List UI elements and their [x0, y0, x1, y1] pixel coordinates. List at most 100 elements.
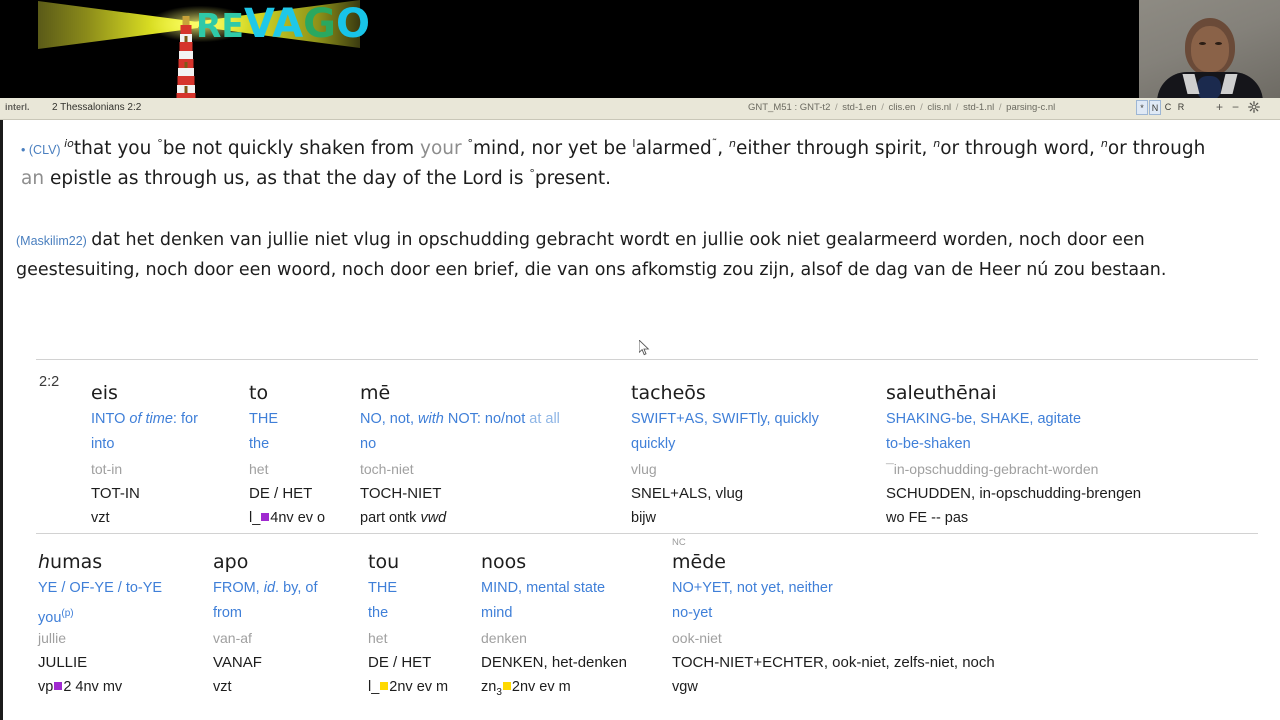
parsing-code: zn3 2nv ev m [481, 675, 627, 700]
text-run: or through [1107, 138, 1206, 159]
interlinear-column[interactable]: humas YE / OF-YE / to-YE you(p) jullie JULLI… [38, 537, 162, 700]
version-block-clv: • (CLV) iothat you °be not quickly shake… [21, 134, 1266, 193]
text-run: l_ [249, 510, 261, 526]
greek-word[interactable]: eis [91, 380, 198, 407]
marker-square-purple [54, 682, 63, 690]
parsing-code: l_ 2nv ev m [368, 675, 448, 700]
interlinear-verse-ref[interactable]: 2:2 [39, 374, 59, 390]
text-run: vgw [672, 679, 698, 695]
dutch-gloss: JULLIE [38, 654, 88, 671]
version-tag-maskilim[interactable]: (Maskilim22) [16, 234, 87, 248]
dutch-literal: denken [481, 630, 527, 646]
clv-text-line-1: iothat you °be not quickly shaken from y… [64, 138, 1205, 159]
interlinear-column[interactable]: to THE the het DE / HET l_ 4nv ev o [249, 368, 325, 531]
resource-path-2[interactable]: clis.en [889, 102, 916, 113]
text-run: of time [129, 411, 173, 427]
greek-word[interactable]: noos [481, 549, 627, 576]
path-separator: / [832, 102, 841, 113]
parsing-code: vp 2 4nv mv [38, 675, 162, 700]
english-gloss: SHAKING-be, SHAKE, agitate [886, 407, 1141, 432]
greek-word[interactable]: mēde [672, 549, 995, 576]
greek-word[interactable]: tacheōs [631, 380, 819, 407]
interlinear-divider-top [36, 359, 1258, 360]
dutch-gloss: DE / HET [368, 654, 432, 671]
toolbar-mode-buttons: * N C R [1136, 100, 1187, 115]
text-run: or through word, [940, 138, 1101, 159]
zoom-in-button[interactable]: + [1216, 100, 1223, 114]
text-run: mind, nor yet be [473, 138, 633, 159]
dutch-gloss: VANAF [213, 654, 262, 671]
text-run: wo FE -- pas [886, 510, 969, 526]
column-nc-label [249, 368, 325, 380]
toolbar-resource-paths[interactable]: GNT_M51 : GNT-t2 / std-1.en / clis.en / … [748, 102, 1055, 113]
english-literal: to-be-shaken [886, 436, 971, 452]
mode-button-star[interactable]: * [1136, 100, 1148, 115]
resource-path-1[interactable]: std-1.en [842, 102, 876, 113]
version-tag-label: (CLV) [28, 143, 61, 157]
column-nc-label [481, 537, 627, 549]
interlinear-column[interactable]: apo FROM, id. by, of from van-af VANAF vzt [213, 537, 318, 700]
interlinear-document: • (CLV) iothat you °be not quickly shake… [0, 120, 1280, 720]
marker-square-yellow [502, 682, 511, 690]
column-nc-label [886, 368, 1141, 380]
interlinear-column[interactable]: eis INTO of time: for into tot-in TOT-IN vzt [91, 368, 198, 531]
dutch-literal: tot-in [91, 461, 123, 477]
toolbar-mode-label[interactable]: interl. [5, 102, 30, 112]
parsing-code: part ontk vwd [360, 506, 560, 531]
parsing-code: l_ 4nv ev o [249, 506, 325, 531]
dutch-gloss: DENKEN, het-denken [481, 654, 627, 671]
maskilim-text-line-1: dat het denken van jullie niet vlug in o… [91, 230, 1145, 250]
interlinear-column[interactable]: tacheōs SWIFT+AS, SWIFTly, quickly quickly… [631, 368, 819, 531]
toolbar-reference[interactable]: 2 Thessalonians 2:2 [52, 102, 141, 113]
text-run: vzt [213, 679, 232, 695]
english-gloss: SWIFT+AS, SWIFTly, quickly [631, 407, 819, 432]
version-tag-clv[interactable]: • (CLV) [21, 143, 64, 157]
column-nc-label [91, 368, 198, 380]
english-literal: the [249, 436, 270, 452]
text-run: zn [481, 679, 497, 695]
interlinear-column[interactable]: mē NO, not, with NOT: no/not at all no toch… [360, 368, 560, 531]
parsing-code: vzt [213, 675, 318, 700]
greek-word[interactable]: humas [38, 549, 162, 576]
interlinear-column[interactable]: noos MIND, mental state mind denken DENKEN, … [481, 537, 627, 700]
resource-path-5[interactable]: parsing-c.nl [1006, 102, 1055, 113]
english-gloss: MIND, mental state [481, 576, 627, 601]
greek-word[interactable]: apo [213, 549, 318, 576]
path-separator: / [917, 102, 926, 113]
column-nc-label [38, 537, 162, 549]
zoom-out-button[interactable]: − [1232, 100, 1239, 114]
version-block-maskilim: (Maskilim22) dat het denken van jullie n… [16, 226, 1266, 285]
mode-button-N[interactable]: N [1149, 100, 1161, 115]
greek-word[interactable]: tou [368, 549, 448, 576]
dutch-literal: van-af [213, 630, 252, 646]
greek-word[interactable]: mē [360, 380, 560, 407]
text-run: either through spirit, [735, 138, 934, 159]
text-run: id [263, 580, 276, 596]
english-gloss: THE [368, 576, 448, 601]
interlinear-column[interactable]: tou THE the het DE / HET l_ 2nv ev m [368, 537, 448, 700]
text-run: epistle as through us, as that the day o… [49, 168, 530, 189]
resource-path-0[interactable]: GNT_M51 : GNT-t2 [748, 102, 830, 113]
gear-icon[interactable] [1248, 101, 1260, 113]
webcam-person-eye-right [1215, 42, 1222, 45]
logo-part-re: RE [196, 6, 244, 45]
mode-button-R[interactable]: R [1175, 100, 1187, 115]
text-run: YE / OF-YE / to-YE [38, 580, 163, 596]
interlinear-column[interactable]: NC mēde NO+YET, not yet, neither no-yet ook-… [672, 537, 995, 700]
parsing-code: bijw [631, 506, 819, 531]
english-gloss: NO+YET, not yet, neither [672, 576, 995, 601]
resource-path-3[interactable]: clis.nl [927, 102, 951, 113]
interlinear-column[interactable]: saleuthēnai SHAKING-be, SHAKE, agitate to-… [886, 368, 1141, 531]
text-run: your [420, 138, 468, 159]
greek-word[interactable]: saleuthēnai [886, 380, 1141, 407]
text-run: NO, not, [360, 411, 419, 427]
mode-button-C[interactable]: C [1162, 100, 1174, 115]
resource-path-4[interactable]: std-1.nl [963, 102, 994, 113]
greek-word[interactable]: to [249, 380, 325, 407]
webcam-video-feed[interactable] [1139, 0, 1280, 98]
text-run: 2 4nv mv [63, 679, 123, 695]
dutch-gloss: DE / HET [249, 485, 313, 502]
marker-square-yellow [380, 682, 389, 690]
webcam-person-eye-left [1199, 42, 1206, 45]
dutch-gloss: TOCH-NIET [360, 485, 442, 502]
